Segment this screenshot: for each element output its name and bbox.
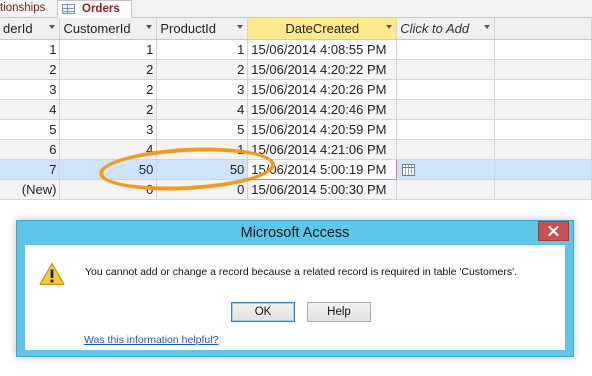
chevron-down-icon[interactable] (237, 25, 244, 29)
table-row[interactable]: 1 1 1 15/06/2014 4:08:55 PM (0, 39, 592, 60)
cell-customerid[interactable]: 50 (59, 159, 158, 180)
dialog-titlebar[interactable]: Microsoft Access (17, 221, 573, 245)
table-row[interactable]: 6 4 1 15/06/2014 4:21:06 PM (0, 139, 592, 160)
error-dialog: Microsoft Access You cannot add or chang… (16, 220, 574, 357)
cell-customerid[interactable]: 2 (59, 59, 158, 80)
cell-empty (494, 99, 592, 120)
dialog-title: Microsoft Access (240, 225, 350, 241)
cell-datecreated[interactable]: 15/06/2014 4:20:46 PM (247, 99, 398, 120)
chevron-down-icon[interactable] (386, 25, 393, 29)
cell-empty (494, 139, 592, 160)
column-header-orderid[interactable]: derId (0, 18, 61, 40)
cell-productid[interactable]: 50 (156, 159, 249, 180)
dialog-message: You cannot add or change a record becaus… (85, 266, 518, 278)
cell-orderid[interactable]: 5 (0, 119, 61, 140)
cell-datecreated[interactable]: 15/06/2014 5:00:30 PM (247, 179, 398, 200)
cell-customerid[interactable]: 1 (59, 39, 158, 60)
close-button[interactable] (538, 221, 569, 241)
cell-orderid[interactable]: (New) (0, 179, 61, 200)
column-header-click-to-add[interactable]: Click to Add (396, 18, 496, 40)
cell-customerid[interactable]: 4 (59, 139, 158, 160)
cell-empty (494, 59, 592, 80)
tab-relationships[interactable]: tionships (0, 0, 54, 17)
cell-orderid[interactable]: 3 (0, 79, 61, 100)
chevron-down-icon[interactable] (146, 25, 153, 29)
tab-orders[interactable]: Orders (57, 0, 132, 18)
cell-orderid[interactable]: 2 (0, 59, 61, 80)
column-header-customerid[interactable]: CustomerId (59, 18, 158, 40)
cell-customerid[interactable]: 2 (59, 79, 158, 100)
cell-orderid[interactable]: 1 (0, 39, 61, 60)
cell-customerid[interactable]: 0 (59, 179, 158, 200)
chevron-down-icon[interactable] (49, 25, 56, 29)
cell-datecreated[interactable]: 15/06/2014 4:20:22 PM (247, 59, 398, 80)
cell-productid[interactable]: 1 (156, 39, 249, 60)
cell-click-to-add[interactable] (396, 119, 496, 140)
table-row[interactable]: 4 2 4 15/06/2014 4:20:46 PM (0, 99, 592, 120)
cell-datecreated-value: 15/06/2014 5:00:19 PM (251, 161, 387, 177)
close-icon (548, 225, 559, 237)
cell-datecreated-editing[interactable]: 15/06/2014 5:00:19 PM (247, 158, 398, 180)
dialog-body: You cannot add or change a record becaus… (25, 245, 565, 350)
table-row[interactable]: 3 2 3 15/06/2014 4:20:26 PM (0, 79, 592, 100)
cell-click-to-add[interactable] (396, 139, 496, 160)
cell-click-to-add[interactable] (396, 79, 496, 100)
cell-productid[interactable]: 4 (156, 99, 249, 120)
cell-click-to-add[interactable] (396, 59, 496, 80)
cell-click-to-add[interactable] (396, 179, 496, 200)
column-header-row: derId CustomerId ProductId DateCreated C… (0, 18, 592, 40)
cell-datecreated[interactable]: 15/06/2014 4:20:59 PM (247, 119, 398, 140)
cell-datecreated[interactable]: 15/06/2014 4:08:55 PM (247, 39, 398, 60)
orders-datasheet: derId CustomerId ProductId DateCreated C… (0, 18, 592, 200)
column-header-productid[interactable]: ProductId (156, 18, 249, 40)
warning-icon (39, 262, 65, 286)
cell-customerid[interactable]: 2 (59, 99, 158, 120)
cell-customerid[interactable]: 3 (59, 119, 158, 140)
ok-button[interactable]: OK (231, 302, 295, 322)
cell-datecreated[interactable]: 15/06/2014 4:20:26 PM (247, 79, 398, 100)
cell-orderid[interactable]: 7 (0, 159, 61, 180)
cell-productid[interactable]: 2 (156, 59, 249, 80)
cell-click-to-add[interactable] (396, 159, 496, 180)
cell-datecreated[interactable]: 15/06/2014 4:21:06 PM (247, 139, 398, 160)
column-header-datecreated[interactable]: DateCreated (247, 18, 398, 40)
cell-empty (494, 79, 592, 100)
table-row[interactable]: 5 3 5 15/06/2014 4:20:59 PM (0, 119, 592, 140)
cell-empty (494, 159, 592, 180)
cell-productid[interactable]: 3 (156, 79, 249, 100)
feedback-link[interactable]: Was this information helpful? (84, 334, 218, 346)
table-row[interactable]: 2 2 2 15/06/2014 4:20:22 PM (0, 59, 592, 80)
cell-productid[interactable]: 5 (156, 119, 249, 140)
cell-empty (494, 179, 592, 200)
tab-orders-label: Orders (82, 3, 120, 15)
table-icon (62, 4, 75, 14)
document-tab-strip: tionships Orders (0, 0, 592, 18)
cell-empty (494, 39, 592, 60)
cell-productid[interactable]: 0 (156, 179, 249, 200)
table-row-selected[interactable]: 7 50 50 15/06/2014 5:00:19 PM (0, 158, 592, 180)
cell-orderid[interactable]: 4 (0, 99, 61, 120)
calendar-icon[interactable] (402, 164, 416, 177)
cell-empty (494, 119, 592, 140)
cell-click-to-add[interactable] (396, 39, 496, 60)
cell-productid[interactable]: 1 (156, 139, 249, 160)
chevron-down-icon[interactable] (484, 25, 491, 29)
help-button[interactable]: Help (307, 302, 371, 322)
cell-click-to-add[interactable] (396, 99, 496, 120)
column-header-empty (494, 18, 592, 40)
table-row-new[interactable]: (New) 0 0 15/06/2014 5:00:30 PM (0, 179, 592, 200)
cell-orderid[interactable]: 6 (0, 139, 61, 160)
